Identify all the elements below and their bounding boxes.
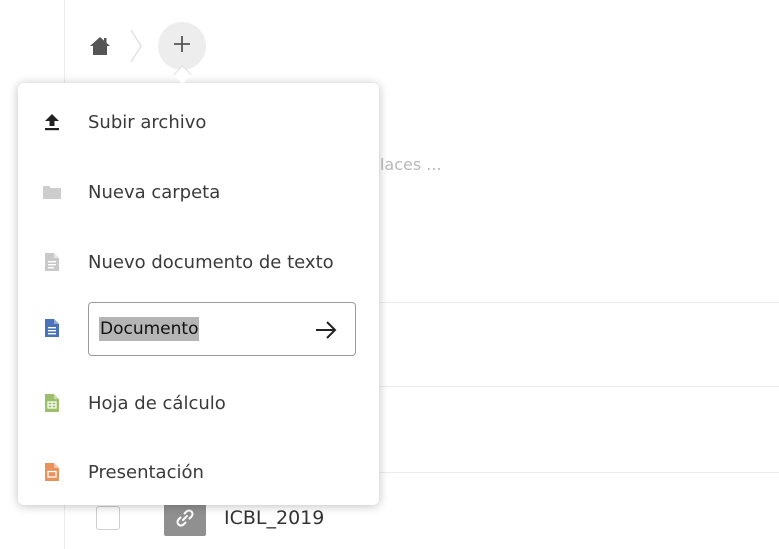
upload-icon: [42, 112, 62, 132]
menu-item-label: Nuevo documento de texto: [88, 251, 334, 273]
row-divider: [380, 386, 779, 387]
menu-item-new-text-document[interactable]: Nuevo documento de texto: [18, 237, 379, 287]
row-divider: [380, 472, 779, 473]
menu-item-label: Subir archivo: [88, 111, 207, 133]
new-item-menu: Subir archivo Nueva carpeta Nuevo docume…: [18, 83, 379, 505]
link-icon: [164, 500, 206, 536]
file-name[interactable]: ICBL_2019: [224, 507, 324, 529]
home-icon[interactable]: [84, 30, 116, 62]
document-icon: [42, 318, 62, 338]
menu-item-upload[interactable]: Subir archivo: [18, 97, 379, 147]
spreadsheet-icon: [42, 393, 62, 413]
menu-item-new-presentation[interactable]: Presentación: [18, 447, 379, 497]
chevron-right-icon: [122, 26, 150, 66]
menu-item-new-folder[interactable]: Nueva carpeta: [18, 167, 379, 217]
file-row[interactable]: ICBL_2019: [96, 500, 324, 536]
breadcrumb: [84, 20, 206, 72]
presentation-icon: [42, 462, 62, 482]
menu-item-new-document: Documento: [18, 301, 379, 356]
text-file-icon: [42, 252, 62, 272]
menu-item-label: Presentación: [88, 461, 204, 483]
document-name-input[interactable]: Documento: [88, 302, 356, 356]
menu-item-label: Nueva carpeta: [88, 181, 221, 203]
folder-icon: [42, 182, 62, 202]
menu-item-label: Hoja de cálculo: [88, 392, 226, 414]
add-new-button[interactable]: [158, 22, 206, 70]
plus-icon: [173, 35, 191, 57]
menu-item-new-spreadsheet[interactable]: Hoja de cálculo: [18, 378, 379, 428]
row-checkbox[interactable]: [96, 506, 120, 530]
document-name-value[interactable]: Documento: [99, 317, 200, 341]
row-divider: [380, 302, 779, 303]
arrow-right-icon[interactable]: [313, 318, 339, 342]
